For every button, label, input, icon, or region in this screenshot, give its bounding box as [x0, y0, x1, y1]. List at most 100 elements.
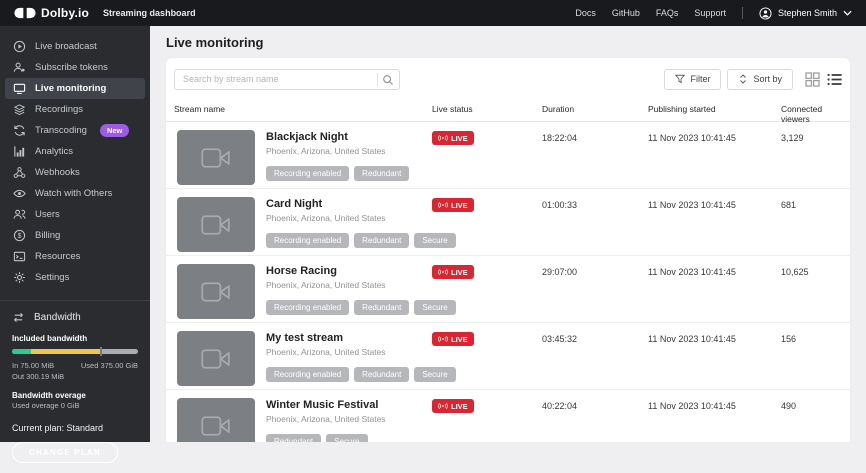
stream-title: Horse Racing — [266, 265, 337, 277]
table-row[interactable]: Winter Music Festival Phoenix, Arizona, … — [166, 390, 850, 442]
sidebar-item-settings[interactable]: Settings — [5, 267, 145, 288]
dolby-logo[interactable]: Dolby.io — [14, 6, 89, 20]
user-menu[interactable]: Stephen Smith — [759, 7, 852, 20]
connected-viewers-cell: 10,625 — [781, 267, 809, 277]
bandwidth-overage-value: Used overage 0 GiB — [12, 400, 138, 411]
table-row[interactable]: My test stream Phoenix, Arizona, United … — [166, 323, 850, 390]
video-camera-icon — [201, 349, 231, 369]
table-row[interactable]: Horse Racing Phoenix, Arizona, United St… — [166, 256, 850, 323]
sidebar-item-webhooks[interactable]: Webhooks — [5, 162, 145, 183]
sidebar-nav: Live broadcast Subscribe tokens Live mon… — [0, 26, 150, 288]
stream-title: My test stream — [266, 332, 343, 344]
video-camera-icon — [201, 215, 231, 235]
nav-link-docs[interactable]: Docs — [575, 8, 596, 18]
broadcast-waves-icon — [438, 335, 448, 343]
eye-icon — [13, 187, 26, 200]
search-input[interactable] — [174, 69, 400, 90]
topbar-divider — [742, 7, 743, 19]
sidebar-item-resources[interactable]: Resources — [5, 246, 145, 267]
sidebar-item-recordings[interactable]: Recordings — [5, 99, 145, 120]
users-icon — [13, 208, 26, 221]
video-camera-icon — [201, 416, 231, 436]
bandwidth-tick-marker — [100, 347, 102, 356]
broadcast-waves-icon — [438, 134, 448, 142]
grid-view-icon[interactable] — [805, 72, 820, 87]
bandwidth-out-value: Out 300.19 MiB — [12, 371, 138, 382]
tag-redundant: Redundant — [266, 434, 321, 442]
video-camera-icon — [201, 148, 231, 168]
list-view-icon[interactable] — [827, 72, 842, 87]
sidebar-item-live-monitoring[interactable]: Live monitoring — [5, 78, 145, 99]
sidebar-item-label: Transcoding — [35, 125, 87, 136]
stream-tags: Recording enabled Redundant Secure — [266, 367, 456, 382]
broadcast-waves-icon — [438, 201, 448, 209]
sidebar-item-label: Watch with Others — [35, 188, 112, 199]
stream-thumbnail — [177, 264, 255, 319]
stream-list-card: Filter Sort by Stream name Live st — [166, 58, 850, 442]
main-content: Live monitoring Filter Sort by — [150, 26, 866, 442]
brand-name: Dolby.io — [41, 6, 89, 20]
filter-button[interactable]: Filter — [664, 69, 721, 90]
publishing-started-cell: 11 Nov 2023 10:41:45 — [648, 267, 736, 277]
publishing-started-cell: 11 Nov 2023 10:41:45 — [648, 133, 736, 143]
sidebar-item-billing[interactable]: $ Billing — [5, 225, 145, 246]
table-row[interactable]: Card Night Phoenix, Arizona, United Stat… — [166, 189, 850, 256]
monitor-icon — [13, 82, 26, 95]
sidebar-item-label: Settings — [35, 272, 69, 283]
sidebar-item-transcoding[interactable]: Transcoding New — [5, 120, 145, 141]
broadcast-waves-icon — [438, 268, 448, 276]
avatar-icon — [759, 7, 772, 20]
bandwidth-title: Bandwidth — [34, 312, 81, 323]
stream-thumbnail — [177, 331, 255, 386]
nav-link-support[interactable]: Support — [694, 8, 726, 18]
tag-recording-enabled: Recording enabled — [266, 300, 349, 315]
stream-tags: Recording enabled Redundant — [266, 166, 409, 181]
sidebar-item-label: Recordings — [35, 104, 83, 115]
svg-text:$: $ — [18, 233, 22, 240]
live-status-badge: LIVE — [432, 131, 474, 145]
sidebar-item-label: Live monitoring — [35, 83, 106, 94]
sidebar-item-users[interactable]: Users — [5, 204, 145, 225]
sidebar-item-label: Subscribe tokens — [35, 62, 108, 73]
bandwidth-in-value: In 75.00 MiB — [12, 360, 54, 371]
stream-location: Phoenix, Arizona, United States — [266, 280, 386, 290]
search-divider — [377, 73, 378, 86]
live-status-badge: LIVE — [432, 399, 474, 413]
tag-secure: Secure — [414, 300, 455, 315]
sidebar-item-analytics[interactable]: Analytics — [5, 141, 145, 162]
chevron-down-icon — [843, 10, 852, 16]
stream-thumbnail — [177, 130, 255, 185]
sidebar-item-label: Webhooks — [35, 167, 80, 178]
tag-secure: Secure — [414, 233, 455, 248]
sidebar-item-label: Resources — [35, 251, 80, 262]
tag-redundant: Redundant — [354, 166, 409, 181]
nav-link-github[interactable]: GitHub — [612, 8, 640, 18]
live-status-badge: LIVE — [432, 265, 474, 279]
stream-title: Winter Music Festival — [266, 399, 378, 411]
user-name: Stephen Smith — [778, 8, 837, 18]
new-badge: New — [100, 124, 129, 137]
sort-arrows-icon — [738, 74, 748, 84]
terminal-icon — [13, 250, 26, 263]
view-toggle — [805, 72, 842, 87]
transcode-icon — [13, 124, 26, 137]
sidebar-item-watch-with-others[interactable]: Watch with Others — [5, 183, 145, 204]
search-icon[interactable] — [382, 73, 394, 85]
connected-viewers-cell: 3,129 — [781, 133, 804, 143]
change-plan-button[interactable]: CHANGE PLAN — [12, 442, 118, 463]
sidebar-item-live-broadcast[interactable]: Live broadcast — [5, 36, 145, 57]
bandwidth-overage-title: Bandwidth overage — [12, 391, 138, 400]
nav-link-faqs[interactable]: FAQs — [656, 8, 679, 18]
current-plan-label: Current plan: Standard — [12, 423, 138, 433]
column-header-connected-viewers: Connected viewers — [781, 104, 850, 124]
sidebar-item-subscribe-tokens[interactable]: Subscribe tokens — [5, 57, 145, 78]
stream-location: Phoenix, Arizona, United States — [266, 146, 386, 156]
duration-cell: 03:45:32 — [542, 334, 577, 344]
stream-tags: Recording enabled Redundant Secure — [266, 233, 456, 248]
sidebar: Live broadcast Subscribe tokens Live mon… — [0, 26, 150, 442]
bandwidth-progress-bar — [12, 349, 138, 354]
sort-by-button[interactable]: Sort by — [727, 69, 793, 90]
table-row[interactable]: Blackjack Night Phoenix, Arizona, United… — [166, 122, 850, 189]
column-header-live-status: Live status — [432, 104, 473, 114]
broadcast-icon — [13, 40, 26, 53]
